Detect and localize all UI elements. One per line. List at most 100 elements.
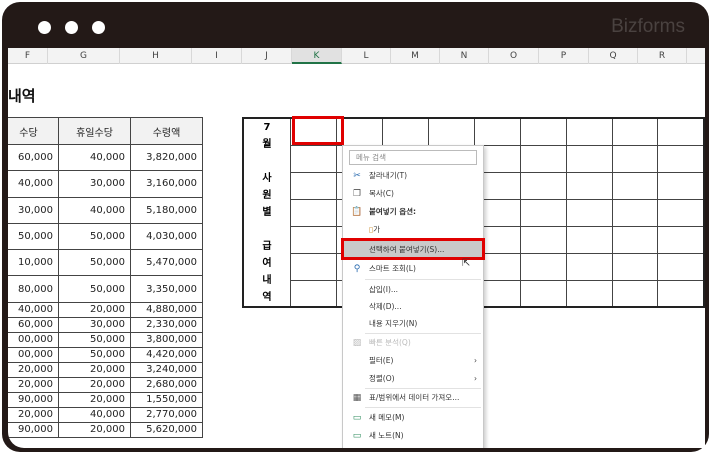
table-cell[interactable]: [565, 225, 613, 254]
table-cell[interactable]: [611, 198, 659, 227]
menu-item-get-data[interactable]: ▦ 표/범위에서 데이터 가져오...: [343, 389, 483, 407]
table-cell[interactable]: 30,000: [58, 316, 131, 333]
table-cell[interactable]: [519, 252, 567, 281]
table-cell[interactable]: 80,000: [8, 275, 59, 303]
column-header-l[interactable]: L: [342, 48, 391, 64]
column-header-g[interactable]: G: [48, 48, 120, 64]
table-cell[interactable]: 5,180,000: [130, 196, 203, 224]
table-cell[interactable]: [611, 252, 659, 281]
column-header-h[interactable]: H: [120, 48, 192, 64]
column-header-n[interactable]: N: [440, 48, 489, 64]
column-header-p[interactable]: P: [539, 48, 589, 64]
table-cell[interactable]: 3,800,000: [130, 331, 203, 348]
table-cell[interactable]: [381, 117, 429, 146]
table-cell[interactable]: 60,000: [8, 143, 59, 172]
table-cell[interactable]: [611, 117, 659, 146]
menu-item-new-comment[interactable]: ▭ 새 메모(M): [343, 409, 483, 427]
table-cell[interactable]: [657, 171, 705, 200]
table-cell[interactable]: [657, 144, 705, 173]
table-cell[interactable]: [657, 117, 705, 146]
table-cell[interactable]: 20,000: [58, 391, 131, 408]
column-header-i[interactable]: I: [192, 48, 242, 64]
menu-item-new-note[interactable]: ▭ 새 노트(N): [343, 427, 483, 445]
table-cell[interactable]: [565, 198, 613, 227]
column-header-q[interactable]: Q: [589, 48, 638, 64]
table-cell[interactable]: 30,000: [8, 196, 59, 224]
table-cell[interactable]: [289, 144, 337, 173]
table-cell[interactable]: [289, 198, 337, 227]
table-cell[interactable]: [657, 225, 705, 254]
table-cell[interactable]: [657, 279, 705, 308]
table-cell[interactable]: [611, 225, 659, 254]
table-cell[interactable]: 1,550,000: [130, 391, 203, 408]
table-cell[interactable]: [289, 279, 337, 308]
table-cell[interactable]: 10,000: [8, 249, 59, 277]
table-cell[interactable]: 20,000: [8, 376, 59, 393]
table-cell[interactable]: 4,420,000: [130, 346, 203, 363]
table-cell[interactable]: [519, 198, 567, 227]
column-header-k[interactable]: K: [292, 48, 342, 64]
table-cell[interactable]: 30,000: [58, 170, 131, 198]
menu-item-delete[interactable]: 삭제(D)...: [343, 298, 483, 316]
table-cell[interactable]: [565, 252, 613, 281]
column-header-cell[interactable]: 수당: [8, 117, 59, 145]
table-cell[interactable]: [565, 171, 613, 200]
table-cell[interactable]: 3,240,000: [130, 361, 203, 378]
column-header-cell[interactable]: 수령액: [130, 117, 203, 145]
table-cell[interactable]: 50,000: [58, 222, 131, 251]
table-cell[interactable]: [519, 144, 567, 173]
table-cell[interactable]: [657, 252, 705, 281]
table-cell[interactable]: 20,000: [58, 301, 131, 318]
table-cell[interactable]: 20,000: [58, 376, 131, 393]
table-cell[interactable]: [565, 117, 613, 146]
table-cell[interactable]: 50,000: [8, 222, 59, 251]
table-cell[interactable]: 3,820,000: [130, 143, 203, 172]
column-header-j[interactable]: J: [242, 48, 292, 64]
table-cell[interactable]: [289, 171, 337, 200]
table-cell[interactable]: 3,160,000: [130, 170, 203, 198]
table-cell[interactable]: 5,620,000: [130, 421, 203, 438]
table-cell[interactable]: 20,000: [58, 361, 131, 378]
table-cell[interactable]: [611, 171, 659, 200]
table-cell[interactable]: [519, 279, 567, 308]
table-cell[interactable]: [427, 117, 475, 146]
menu-item-cut[interactable]: ✂ 잘라내기(T): [343, 167, 483, 185]
table-cell[interactable]: 40,000: [8, 301, 59, 318]
selected-cell[interactable]: [292, 116, 344, 145]
column-header-r[interactable]: R: [638, 48, 687, 64]
table-cell[interactable]: 90,000: [8, 421, 59, 438]
menu-search-input[interactable]: 메뉴 검색: [349, 150, 477, 165]
table-cell[interactable]: 60,000: [8, 316, 59, 333]
table-cell[interactable]: 20,000: [8, 406, 59, 423]
table-cell[interactable]: 20,000: [58, 421, 131, 438]
table-cell[interactable]: [289, 252, 337, 281]
table-cell[interactable]: [289, 225, 337, 254]
table-cell[interactable]: 50,000: [58, 331, 131, 348]
menu-item-sort[interactable]: 정렬(O) ›: [343, 370, 483, 388]
table-cell[interactable]: 2,770,000: [130, 406, 203, 423]
menu-item-filter[interactable]: 필터(E) ›: [343, 352, 483, 370]
table-cell[interactable]: 00,000: [8, 346, 59, 363]
table-cell[interactable]: [473, 117, 521, 146]
table-cell[interactable]: 2,680,000: [130, 376, 203, 393]
window-dot[interactable]: [38, 21, 51, 34]
table-cell[interactable]: 40,000: [58, 406, 131, 423]
table-cell[interactable]: [565, 279, 613, 308]
table-cell[interactable]: 4,880,000: [130, 301, 203, 318]
table-cell[interactable]: 2,330,000: [130, 316, 203, 333]
window-dot[interactable]: [92, 21, 105, 34]
table-cell[interactable]: 40,000: [8, 170, 59, 198]
table-cell[interactable]: 50,000: [58, 275, 131, 303]
column-header-cell[interactable]: 휴일수당: [58, 117, 131, 145]
table-cell[interactable]: 50,000: [58, 346, 131, 363]
table-cell[interactable]: [519, 117, 567, 146]
spreadsheet[interactable]: FGHIJKLMNOPQR 내역 수당 휴일수당 수령액 60,000 40,000 3,…: [8, 48, 705, 448]
table-cell[interactable]: 50,000: [58, 249, 131, 277]
column-header-m[interactable]: M: [391, 48, 440, 64]
table-cell[interactable]: 40,000: [58, 143, 131, 172]
table-cell[interactable]: 90,000: [8, 391, 59, 408]
table-cell[interactable]: 4,030,000: [130, 222, 203, 251]
column-header-f[interactable]: F: [8, 48, 48, 64]
table-cell[interactable]: [611, 279, 659, 308]
table-cell[interactable]: 5,470,000: [130, 249, 203, 277]
